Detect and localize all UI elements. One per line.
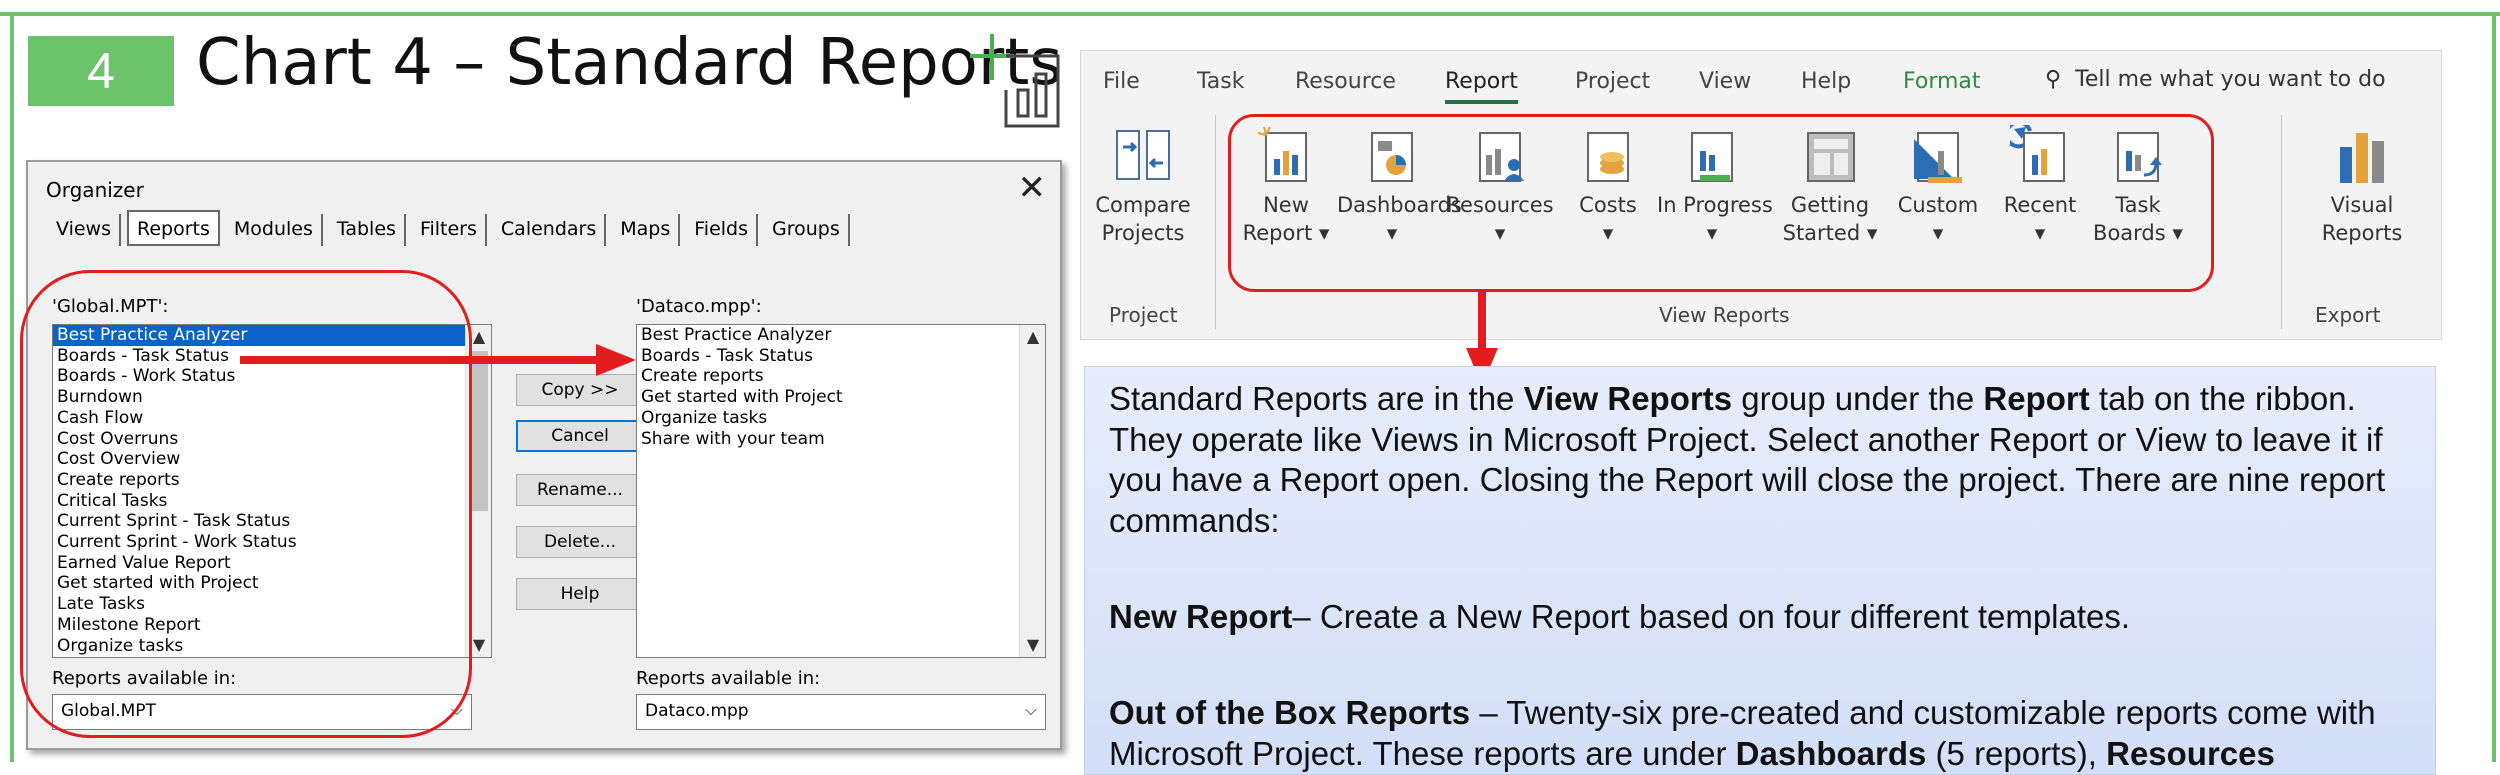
list-item[interactable]: Get started with Project [637,387,1045,408]
right-available-select[interactable]: Dataco.mpp ⌵ [636,694,1046,730]
text-bold-view-reports: View Reports [1523,380,1733,417]
slide-title: Chart 4 – Standard Reports [196,26,1063,100]
compare-projects-icon [1116,130,1170,180]
compare-label-1: Compare [1095,193,1191,217]
chevron-down-icon: ⌵ [1024,700,1037,719]
annotation-arrow-right [240,344,636,376]
list-item[interactable]: Boards - Task Status [637,346,1045,367]
right-list-scrollbar[interactable]: ▲ ▼ [1019,325,1045,657]
tab-tables[interactable]: Tables [329,214,406,246]
tab-filters[interactable]: Filters [412,214,487,246]
group-label-project: Project [1109,303,1178,327]
dialog-title: Organizer [46,178,144,202]
visual-reports-button[interactable]: Visual Reports [2307,125,2417,247]
description-paragraph-2: New Report– Create a New Report based on… [1109,597,2409,638]
visual-label-1: Visual [2330,193,2394,217]
tab-groups[interactable]: Groups [764,214,850,246]
text-bold-resources: Resources [2106,734,2275,772]
right-available-value: Dataco.mpp [645,701,749,721]
description-textbox: Standard Reports are in the View Reports… [1084,366,2436,775]
scroll-up-icon[interactable]: ▲ [1020,325,1045,349]
slide-number-badge: 4 [28,36,174,106]
help-button[interactable]: Help [516,578,644,610]
tell-me-box[interactable]: ⚲ Tell me what you want to do [2045,67,2386,92]
cancel-button[interactable]: Cancel [516,420,644,452]
add-chart-icon [970,34,1060,128]
group-label-view-reports: View Reports [1659,303,1790,327]
visual-reports-icon [2340,133,2384,183]
right-available-label: Reports available in: [636,668,821,689]
tab-report[interactable]: Report [1445,69,1518,104]
group-separator [1215,115,1216,329]
tab-help[interactable]: Help [1801,69,1851,94]
tab-modules[interactable]: Modules [226,214,323,246]
rename-button[interactable]: Rename... [516,474,644,506]
tab-calendars[interactable]: Calendars [493,214,607,246]
description-paragraph-3: Out of the Box Reports – Twenty-six pre-… [1109,693,2409,774]
group-label-export: Export [2315,303,2381,327]
tab-fields[interactable]: Fields [686,214,759,246]
tab-reports[interactable]: Reports [127,210,220,246]
text-run: Standard Reports are in the [1109,380,1524,417]
tab-views[interactable]: Views [48,214,121,246]
list-item[interactable]: Organize tasks [637,408,1045,429]
tab-file[interactable]: File [1103,69,1140,94]
search-icon: ⚲ [2045,67,2062,92]
tab-resource[interactable]: Resource [1295,69,1396,94]
tab-view[interactable]: View [1699,69,1751,94]
organizer-tabs: Views Reports Modules Tables Filters Cal… [48,210,856,246]
text-bold-dashboards: Dashboards [1735,734,1927,772]
highlight-oval-commands [1228,114,2214,292]
tab-project[interactable]: Project [1575,69,1650,94]
text-run: (5 reports), [1926,734,2107,772]
tab-maps[interactable]: Maps [612,214,681,246]
group-separator [2281,115,2282,329]
tab-format[interactable]: Format [1903,69,1981,94]
compare-projects-button[interactable]: Compare Projects [1087,125,1199,247]
compare-label-2: Projects [1101,221,1185,245]
description-paragraph-1: Standard Reports are in the View Reports… [1109,379,2409,541]
slide-top-border [0,12,2500,16]
tab-task[interactable]: Task [1197,69,1244,94]
list-item[interactable]: Create reports [637,366,1045,387]
visual-label-2: Reports [2321,221,2403,245]
delete-button[interactable]: Delete... [516,526,644,558]
tell-me-text: Tell me what you want to do [2075,67,2386,92]
text-bold-out-of-box: Out of the Box Reports [1109,694,1471,731]
project-reports-list[interactable]: Best Practice Analyzer Boards - Task Stat… [636,324,1046,658]
scroll-down-icon[interactable]: ▼ [1020,633,1045,657]
text-bold-report: Report [1983,380,2090,417]
text-bold-new-report: New Report [1109,598,1293,635]
right-list-label: 'Dataco.mpp': [636,296,762,317]
close-icon[interactable]: ✕ [1018,168,1047,208]
slide-right-border [2492,12,2496,762]
list-item[interactable]: Best Practice Analyzer [637,325,1045,346]
text-run: group under the [1732,380,1984,417]
slide-left-border [10,12,14,762]
text-run: – Create a New Report based on four diff… [1292,598,2131,635]
list-item[interactable]: Share with your team [637,429,1045,450]
